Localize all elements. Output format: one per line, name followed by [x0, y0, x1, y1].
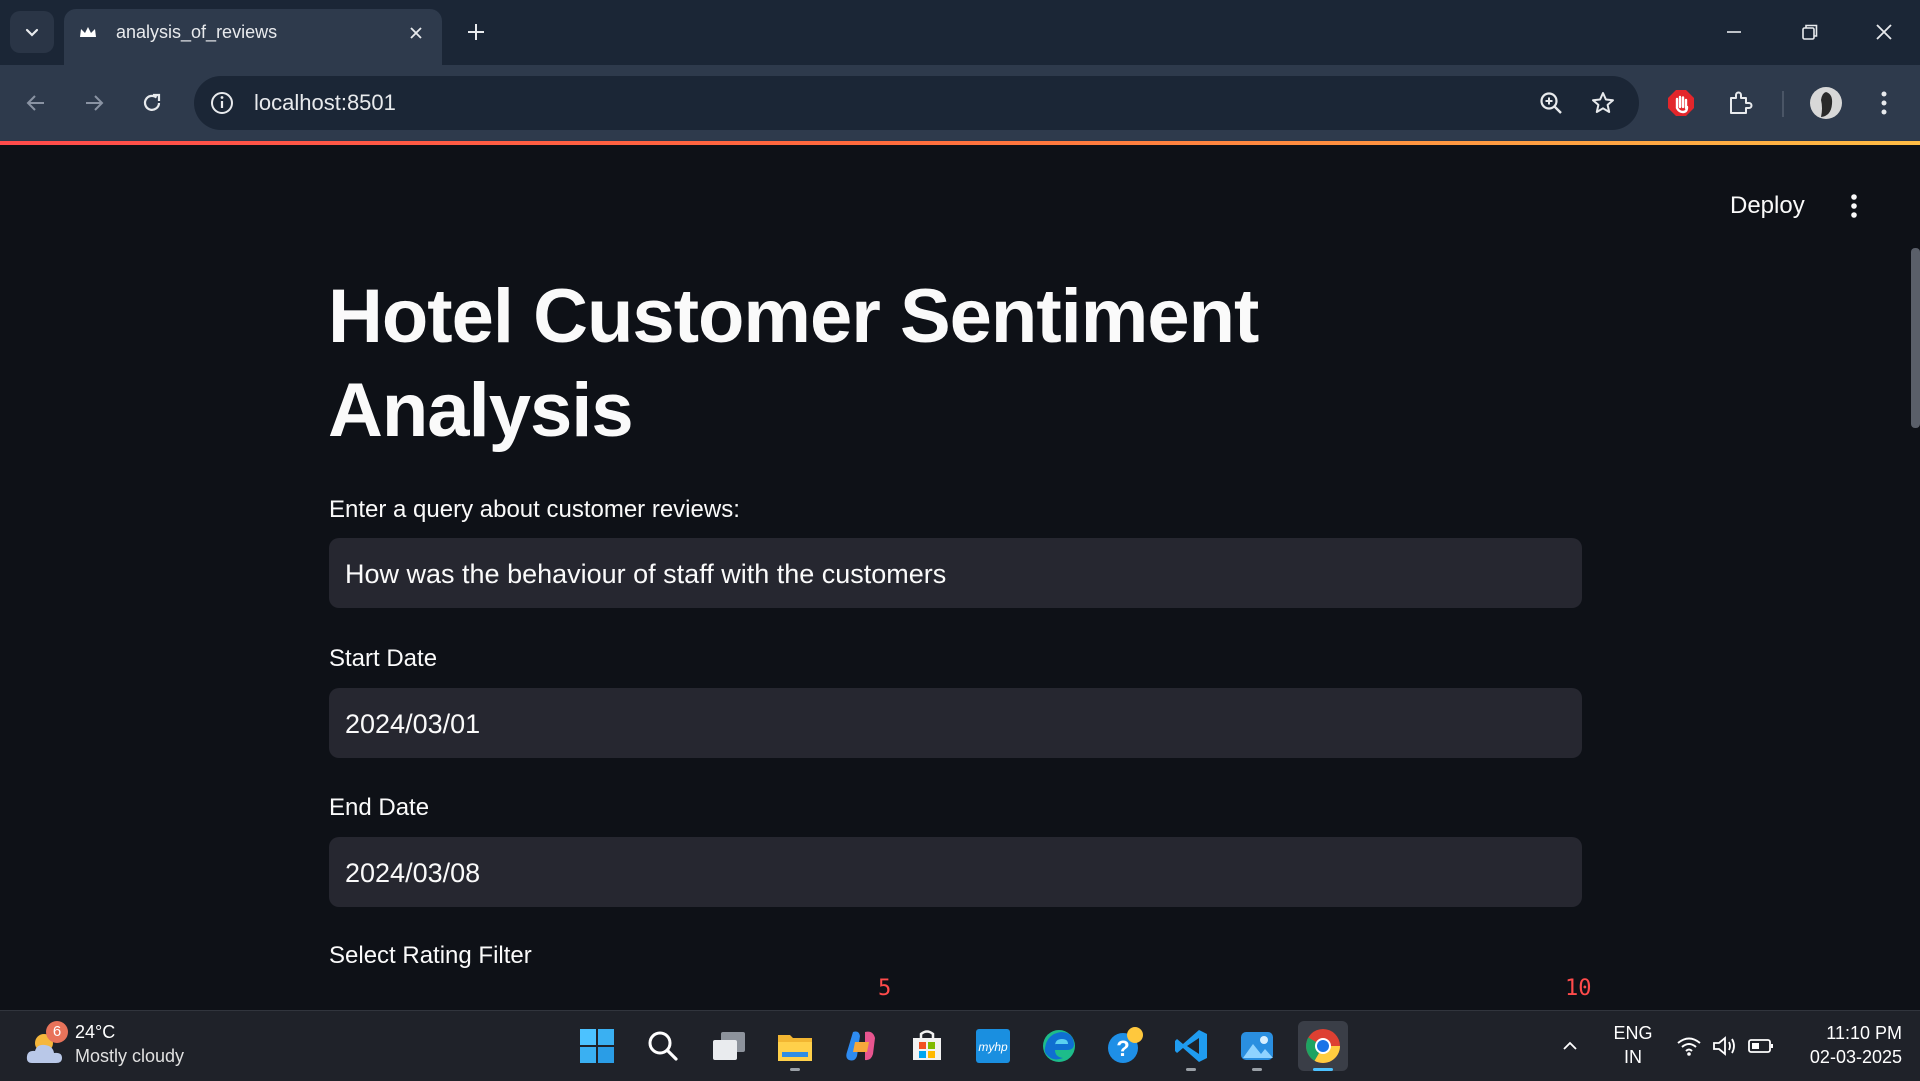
microsoft-store-icon[interactable] — [902, 1021, 952, 1071]
profile-avatar[interactable] — [1806, 83, 1846, 123]
copilot-icon[interactable] — [836, 1021, 886, 1071]
windows-taskbar: 6 24°C Mostly cloudy myhp ? ENG IN 11:10… — [0, 1010, 1920, 1081]
streamlit-header-decoration — [0, 141, 1920, 145]
close-tab-icon[interactable] — [402, 19, 430, 47]
start-date-input[interactable] — [343, 688, 1547, 760]
running-indicator — [1186, 1068, 1196, 1071]
new-tab-icon[interactable] — [458, 14, 494, 50]
wifi-icon[interactable] — [1672, 1021, 1706, 1071]
end-date-field — [329, 837, 1582, 909]
clock-time: 11:10 PM — [1826, 1023, 1902, 1043]
zoom-icon[interactable] — [1536, 88, 1566, 118]
running-indicator — [1313, 1068, 1333, 1071]
clock-date: 02-03-2025 — [1809, 1047, 1902, 1067]
address-bar[interactable]: localhost:8501 — [194, 76, 1639, 130]
weather-temperature: 24°C — [75, 1022, 116, 1042]
file-explorer-icon[interactable] — [770, 1021, 820, 1071]
minimize-icon[interactable] — [1708, 10, 1760, 54]
running-indicator — [1252, 1068, 1262, 1071]
show-hidden-icons-chevron-icon[interactable] — [1550, 1021, 1590, 1071]
back-icon[interactable] — [14, 81, 58, 125]
browser-tab[interactable]: analysis_of_reviews — [64, 9, 442, 65]
edge-icon[interactable] — [1034, 1021, 1084, 1071]
language-code: ENG — [1613, 1023, 1653, 1043]
query-label: Enter a query about customer reviews: — [329, 496, 740, 523]
adblock-extension-icon[interactable] — [1661, 83, 1701, 123]
page-title: Hotel Customer Sentiment Analysis — [328, 274, 1259, 453]
toolbar-divider — [1782, 91, 1784, 117]
vscode-icon[interactable] — [1166, 1021, 1216, 1071]
weather-alert-badge: 6 — [46, 1021, 68, 1043]
volume-icon[interactable] — [1708, 1021, 1742, 1071]
get-help-icon[interactable]: ? — [1100, 1021, 1150, 1071]
forward-icon[interactable] — [72, 81, 116, 125]
browser-toolbar: localhost:8501 — [0, 65, 1920, 141]
svg-text:?: ? — [1116, 1036, 1129, 1061]
chrome-icon[interactable] — [1298, 1021, 1348, 1071]
deploy-button[interactable]: Deploy — [1714, 186, 1821, 226]
chrome-menu-icon[interactable] — [1864, 83, 1904, 123]
region-code: IN — [1624, 1047, 1642, 1067]
task-view-icon[interactable] — [704, 1021, 754, 1071]
search-icon[interactable] — [638, 1021, 688, 1071]
bookmark-star-icon[interactable] — [1588, 88, 1618, 118]
url-text: localhost:8501 — [254, 90, 396, 115]
weather-condition: Mostly cloudy — [75, 1046, 185, 1066]
end-date-input[interactable] — [343, 837, 1547, 909]
end-date-label: End Date — [329, 794, 430, 821]
site-info-icon[interactable] — [208, 89, 236, 117]
close-window-icon[interactable] — [1858, 10, 1910, 54]
streamlit-crown-icon — [80, 27, 96, 37]
rating-filter-label: Select Rating Filter — [329, 942, 532, 969]
tab-search-chevron-icon[interactable] — [10, 11, 54, 53]
running-indicator — [790, 1068, 800, 1071]
start-date-field — [329, 688, 1582, 760]
reload-icon[interactable] — [130, 81, 174, 125]
extensions-puzzle-icon[interactable] — [1720, 83, 1760, 123]
rating-slider-tick-low: 5 — [878, 976, 892, 1001]
start-icon[interactable] — [572, 1021, 622, 1071]
main-menu-icon[interactable] — [1834, 186, 1874, 226]
battery-icon[interactable] — [1744, 1021, 1778, 1071]
rating-slider-tick-high: 10 — [1565, 976, 1592, 1001]
photos-icon[interactable] — [1232, 1021, 1282, 1071]
browser-tab-bar: analysis_of_reviews — [0, 0, 1920, 65]
svg-text:myhp: myhp — [978, 1040, 1008, 1054]
myhp-icon[interactable]: myhp — [968, 1021, 1018, 1071]
tab-title: analysis_of_reviews — [116, 22, 278, 42]
start-date-label: Start Date — [329, 645, 438, 672]
query-field — [329, 538, 1582, 610]
query-input[interactable] — [343, 538, 1547, 610]
restore-icon[interactable] — [1784, 10, 1836, 54]
page-scrollbar[interactable] — [1911, 248, 1920, 428]
